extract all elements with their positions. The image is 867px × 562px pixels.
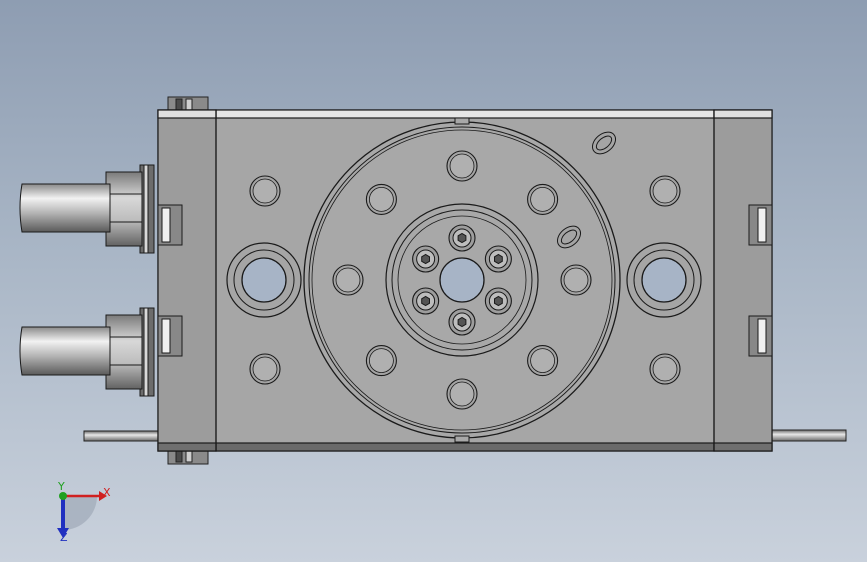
body-hole (649, 175, 681, 207)
hex-socket (457, 316, 467, 328)
cad-drawing: X Y Z (19, 96, 847, 544)
table-hole (365, 345, 397, 377)
lower-fitting (19, 307, 155, 397)
table-hole (560, 264, 592, 296)
socket-screw (448, 224, 476, 252)
coordinate-triad: X Y Z (57, 480, 111, 544)
triad-plane (63, 496, 97, 530)
socket-screw (412, 287, 440, 315)
z-axis-label: Z (60, 531, 68, 544)
hex-socket (421, 295, 430, 307)
bottom-clip (167, 449, 209, 465)
socket-screw (412, 245, 440, 273)
center-bore (439, 257, 485, 303)
right-guide-rod (770, 429, 847, 442)
x-axis-label: X (103, 486, 111, 499)
cad-viewport[interactable]: X Y Z (0, 0, 867, 562)
left-guide-rod (83, 430, 161, 442)
upper-fitting (19, 164, 155, 254)
table-hole (446, 378, 478, 410)
socket-screw (484, 287, 512, 315)
table-hole (527, 183, 559, 215)
socket-screw (484, 245, 512, 273)
y-axis-marker (59, 492, 67, 500)
table-hole (332, 264, 364, 296)
table-hole (446, 150, 478, 182)
y-axis-label: Y (57, 480, 65, 493)
hex-socket (494, 253, 503, 265)
table-hole (365, 183, 397, 215)
body-hole (249, 175, 281, 207)
table-hole (527, 345, 559, 377)
socket-screw (448, 308, 476, 336)
hex-socket (421, 253, 430, 265)
body-hole (649, 353, 681, 385)
hex-socket (457, 232, 467, 244)
hex-socket (494, 295, 503, 307)
body-hole (249, 353, 281, 385)
top-clip (167, 96, 209, 112)
